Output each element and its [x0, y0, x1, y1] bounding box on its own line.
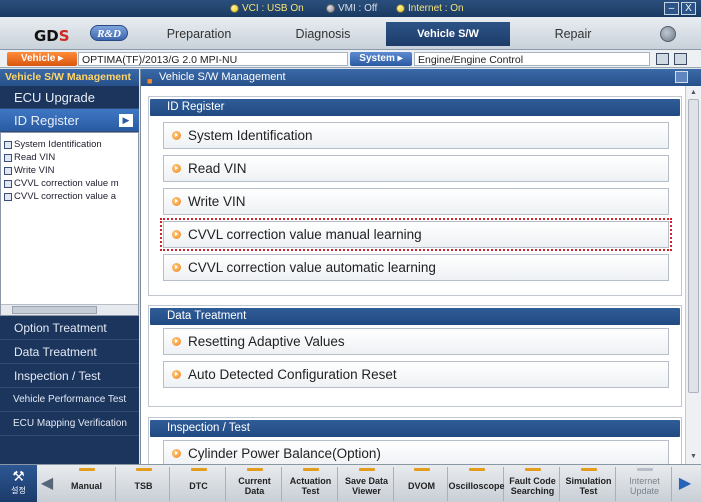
- list-icon: [4, 179, 12, 188]
- toolbar-manual-button[interactable]: Manual: [58, 467, 116, 501]
- vehicle-system-bar: Vehicle ▸ OPTIMA(TF)/2013/G 2.0 MPI-NU S…: [0, 50, 701, 68]
- status-bar: VCI : USB On VMI : Off Internet : On – X: [0, 0, 701, 17]
- vci-indicator-icon: [230, 4, 239, 13]
- sidebar: Vehicle S/W Management ECU Upgrade ID Re…: [0, 69, 139, 464]
- menu-item-read-vin[interactable]: Read VIN: [163, 155, 669, 182]
- scrollbar-thumb[interactable]: [688, 99, 699, 393]
- camera-icon[interactable]: [656, 53, 669, 65]
- toolbar-tsb-button[interactable]: TSB: [118, 467, 170, 501]
- chevron-right-icon[interactable]: ▶: [676, 470, 694, 498]
- sidebar-item-id-register[interactable]: ID Register ▶: [0, 109, 139, 132]
- menu-item-resetting-adaptive-values[interactable]: Resetting Adaptive Values: [163, 328, 669, 355]
- horizontal-scrollbar[interactable]: [1, 304, 138, 315]
- sidebar-item-option-treatment[interactable]: Option Treatment: [0, 316, 139, 340]
- close-button[interactable]: X: [681, 2, 696, 15]
- group-inspection-test: Inspection / Test Cylinder Power Balance…: [148, 417, 682, 464]
- arrow-bullet-icon: [172, 197, 181, 206]
- arrow-bullet-icon: [172, 370, 181, 379]
- toolbar-actuation-test-button[interactable]: Actuation Test: [284, 467, 338, 501]
- system-select-button[interactable]: System ▸: [350, 52, 412, 66]
- scroll-down-icon[interactable]: ▼: [688, 452, 699, 462]
- vmi-status: VMI : Off: [326, 3, 377, 14]
- bottom-toolbar: ⚒ 설정 ◀ Manual TSB DTC Current Data Actua…: [0, 464, 701, 502]
- list-icon: [4, 192, 12, 201]
- list-icon: [4, 140, 12, 149]
- scroll-up-icon[interactable]: ▲: [688, 88, 699, 98]
- arrow-bullet-icon: [172, 263, 181, 272]
- arrow-bullet-icon: [172, 449, 181, 458]
- print-icon[interactable]: [674, 53, 687, 65]
- vmi-status-text: VMI : Off: [338, 3, 378, 14]
- vertical-scrollbar[interactable]: ▲ ▼: [685, 86, 701, 464]
- menu-item-system-identification[interactable]: System Identification: [163, 122, 669, 149]
- internet-status-text: Internet : On: [408, 3, 464, 14]
- group-title: Data Treatment: [150, 308, 680, 325]
- window-icon[interactable]: [675, 71, 688, 83]
- chevron-left-icon[interactable]: ◀: [38, 470, 56, 498]
- vehicle-select-button[interactable]: Vehicle ▸: [7, 52, 77, 66]
- vci-status-text: VCI : USB On: [242, 3, 304, 14]
- sidebar-item-data-treatment[interactable]: Data Treatment: [0, 340, 139, 364]
- tab-vehicle-sw-management[interactable]: Vehicle S/W Management: [386, 22, 510, 64]
- arrow-bullet-icon: [172, 131, 181, 140]
- content-scroll-area: ID Register System Identification Read V…: [141, 86, 686, 464]
- sidebar-item-ecu-upgrade[interactable]: ECU Upgrade: [0, 86, 139, 109]
- sidebar-item-ecu-mapping-verification[interactable]: ECU Mapping Verification: [0, 412, 139, 436]
- tree-item[interactable]: CVVL correction value m: [1, 177, 138, 190]
- tree-item[interactable]: Read VIN: [1, 151, 138, 164]
- group-title: Inspection / Test: [150, 420, 680, 437]
- arrow-bullet-icon: [172, 164, 181, 173]
- rd-badge: R&D: [90, 25, 128, 41]
- minimize-button[interactable]: –: [664, 2, 679, 15]
- list-icon: [4, 153, 12, 162]
- tab-preparation[interactable]: Preparation: [138, 22, 260, 46]
- arrow-bullet-icon: [172, 337, 181, 346]
- tree-item[interactable]: System Identification: [1, 138, 138, 151]
- vci-status: VCI : USB On: [230, 3, 304, 14]
- vehicle-field: OPTIMA(TF)/2013/G 2.0 MPI-NU: [78, 52, 348, 66]
- tree-item[interactable]: Write VIN: [1, 164, 138, 177]
- tree-item[interactable]: CVVL correction value a: [1, 190, 138, 203]
- tab-repair[interactable]: Repair: [512, 22, 634, 46]
- gds-logo: GDS: [34, 27, 70, 45]
- arrow-bullet-icon: [172, 230, 181, 239]
- sidebar-item-label: ID Register: [14, 113, 80, 128]
- toolbar-current-data-button[interactable]: Current Data: [228, 467, 282, 501]
- menu-item-cvvl-manual-learning[interactable]: CVVL correction value manual learning: [160, 218, 672, 251]
- toolbar-fault-code-searching-button[interactable]: Fault Code Searching: [506, 467, 560, 501]
- group-title: ID Register: [150, 99, 680, 116]
- main-content: ■ Vehicle S/W Management ID Register Sys…: [140, 69, 701, 464]
- toolbar-internet-update-button[interactable]: Internet Update: [618, 467, 672, 501]
- vmi-indicator-icon: [326, 4, 335, 13]
- content-header: ■ Vehicle S/W Management: [141, 69, 701, 86]
- menu-item-cylinder-power-balance[interactable]: Cylinder Power Balance(Option): [163, 440, 669, 464]
- group-data-treatment: Data Treatment Resetting Adaptive Values…: [148, 305, 682, 407]
- chevron-right-icon: ▶: [119, 114, 133, 127]
- content-title: Vehicle S/W Management: [159, 71, 286, 83]
- settings-label: 설정: [11, 486, 26, 495]
- toolbar-dvom-button[interactable]: DVOM: [396, 467, 448, 501]
- settings-button[interactable]: ⚒ 설정: [0, 465, 37, 502]
- sidebar-item-vehicle-performance-test[interactable]: Vehicle Performance Test: [0, 388, 139, 412]
- group-id-register: ID Register System Identification Read V…: [148, 96, 682, 296]
- sidebar-tree: System Identification Read VIN Write VIN…: [0, 132, 139, 316]
- toolbar-save-data-viewer-button[interactable]: Save Data Viewer: [340, 467, 394, 501]
- menu-item-auto-detected-configuration-reset[interactable]: Auto Detected Configuration Reset: [163, 361, 669, 388]
- menu-item-cvvl-automatic-learning[interactable]: CVVL correction value automatic learning: [163, 254, 669, 281]
- internet-status: Internet : On: [396, 3, 464, 14]
- toolbar-simulation-test-button[interactable]: Simulation Test: [562, 467, 616, 501]
- list-icon: [4, 166, 12, 175]
- tab-diagnosis[interactable]: Diagnosis: [262, 22, 384, 46]
- tools-icon: ⚒: [12, 468, 25, 484]
- menu-item-write-vin[interactable]: Write VIN: [163, 188, 669, 215]
- internet-indicator-icon: [396, 4, 405, 13]
- toolbar-dtc-button[interactable]: DTC: [172, 467, 226, 501]
- globe-icon[interactable]: [660, 26, 676, 42]
- main-navigation: GDS R&D Preparation Diagnosis Vehicle S/…: [0, 17, 701, 64]
- toolbar-oscilloscope-button[interactable]: Oscilloscope: [448, 467, 505, 501]
- sidebar-item-inspection-test[interactable]: Inspection / Test: [0, 364, 139, 388]
- system-field: Engine/Engine Control: [414, 52, 650, 66]
- scrollbar-thumb[interactable]: [12, 306, 97, 314]
- sidebar-title: Vehicle S/W Management: [0, 69, 139, 86]
